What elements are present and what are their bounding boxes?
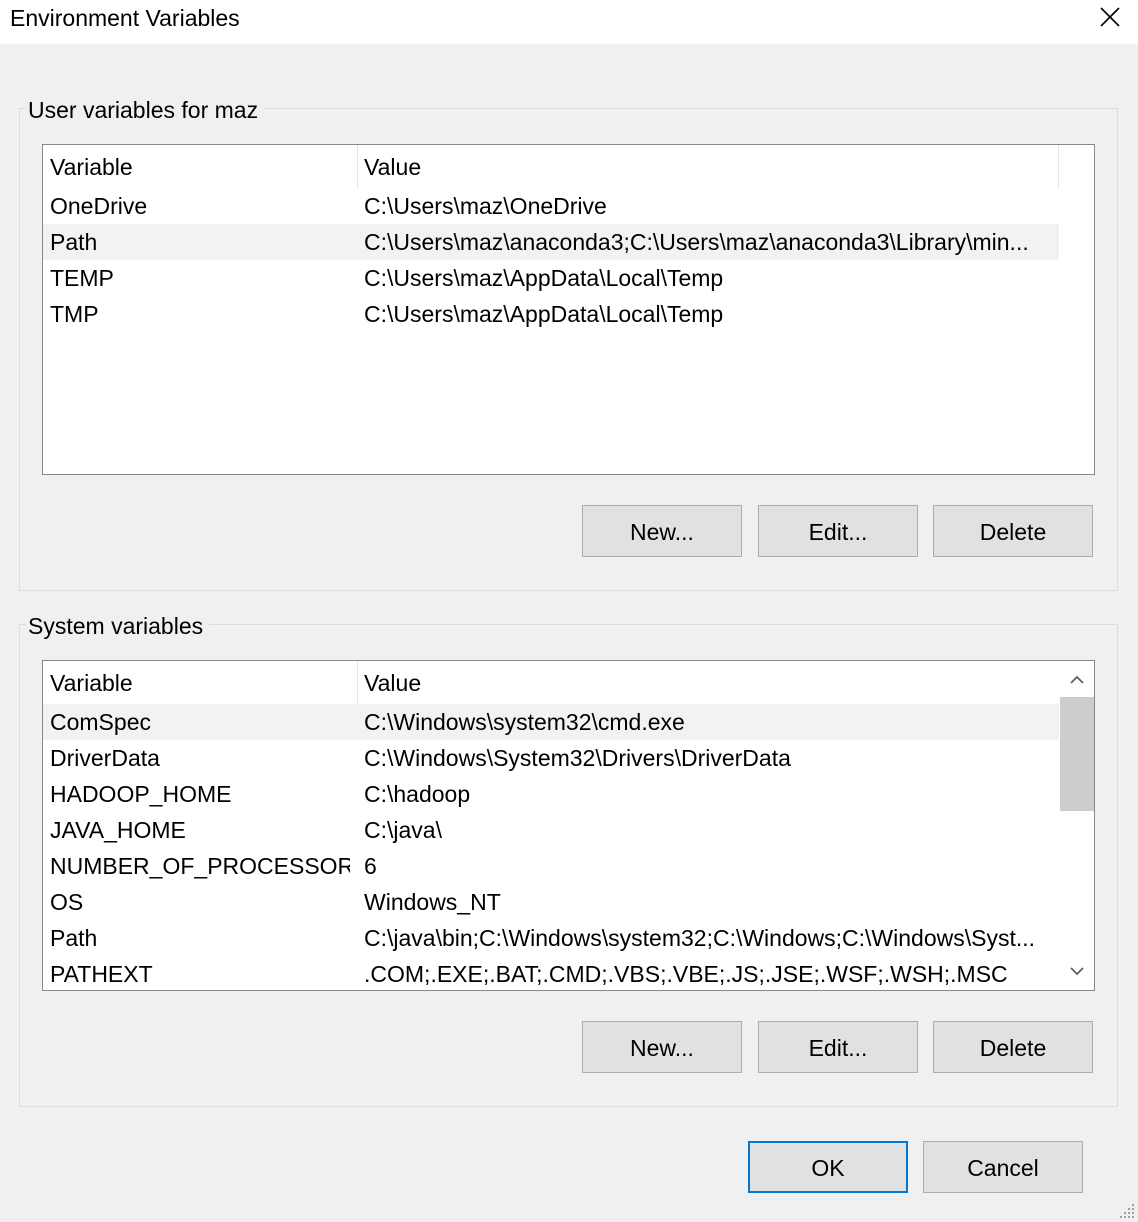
table-row[interactable]: Path C:\Users\maz\anaconda3;C:\Users\maz… (43, 224, 1059, 260)
variable-name: Path (50, 229, 98, 255)
table-row[interactable]: OneDrive C:\Users\maz\OneDrive (43, 188, 1059, 224)
scroll-down-button[interactable] (1060, 954, 1094, 990)
table-row[interactable]: ComSpec C:\Windows\system32\cmd.exe (43, 704, 1059, 740)
variable-value: C:\java\ (364, 817, 442, 843)
user-new-button[interactable]: New... (582, 505, 742, 557)
variable-name: JAVA_HOME (50, 817, 186, 843)
variable-value: C:\java\bin;C:\Windows\system32;C:\Windo… (364, 925, 1036, 951)
column-divider[interactable] (1058, 145, 1059, 189)
variable-value: C:\Windows\System32\Drivers\DriverData (364, 745, 791, 771)
variable-value: C:\hadoop (364, 781, 471, 807)
table-row[interactable]: NUMBER_OF_PROCESSORS 6 (43, 848, 1059, 884)
user-variables-label: User variables for maz (26, 96, 265, 124)
system-edit-button[interactable]: Edit... (758, 1021, 918, 1073)
variable-value: C:\Users\maz\anaconda3;C:\Users\maz\anac… (364, 229, 1029, 255)
table-row[interactable]: TEMP C:\Users\maz\AppData\Local\Temp (43, 260, 1059, 296)
scroll-up-button[interactable] (1060, 663, 1094, 699)
chevron-up-icon (1070, 675, 1084, 684)
system-variables-list[interactable]: Variable Value ComSpec C:\Windows\system… (42, 660, 1095, 991)
variable-value: C:\Windows\system32\cmd.exe (364, 709, 685, 735)
table-row[interactable]: JAVA_HOME C:\java\ (43, 812, 1059, 848)
variable-value: C:\Users\maz\AppData\Local\Temp (364, 301, 724, 327)
table-row[interactable]: TMP C:\Users\maz\AppData\Local\Temp (43, 296, 1059, 332)
user-edit-button[interactable]: Edit... (758, 505, 918, 557)
column-header-value[interactable]: Value (357, 661, 1057, 705)
chevron-down-icon (1070, 967, 1084, 976)
variable-value: .COM;.EXE;.BAT;.CMD;.VBS;.VBE;.JS;.JSE;.… (364, 961, 1008, 987)
variable-name: TMP (50, 301, 99, 327)
vertical-scrollbar[interactable] (1060, 661, 1094, 990)
variable-name: OneDrive (50, 193, 148, 219)
variable-name: Path (50, 925, 98, 951)
variable-value: Windows_NT (364, 889, 501, 915)
variable-name: TEMP (50, 265, 114, 291)
table-row[interactable]: OS Windows_NT (43, 884, 1059, 920)
ok-button[interactable]: OK (748, 1141, 908, 1193)
system-delete-button[interactable]: Delete (933, 1021, 1093, 1073)
variable-name: PATHEXT (50, 961, 153, 987)
title-bar: Environment Variables (0, 0, 1138, 44)
variable-value: C:\Users\maz\OneDrive (364, 193, 607, 219)
close-button[interactable] (1072, 0, 1138, 36)
column-header-variable[interactable]: Variable (43, 145, 357, 189)
close-icon (1100, 7, 1120, 27)
scroll-thumb[interactable] (1060, 697, 1094, 811)
user-delete-button[interactable]: Delete (933, 505, 1093, 557)
variable-value: C:\Users\maz\AppData\Local\Temp (364, 265, 724, 291)
variable-value: 6 (364, 853, 377, 879)
system-variables-label: System variables (26, 612, 210, 640)
table-row[interactable]: HADOOP_HOME C:\hadoop (43, 776, 1059, 812)
cancel-button[interactable]: Cancel (923, 1141, 1083, 1193)
column-header-variable[interactable]: Variable (43, 661, 357, 705)
list-header: Variable Value (43, 661, 1094, 705)
variable-name: HADOOP_HOME (50, 781, 232, 807)
variable-name: DriverData (50, 745, 160, 771)
environment-variables-dialog: Environment Variables User variables for… (0, 0, 1138, 1222)
system-new-button[interactable]: New... (582, 1021, 742, 1073)
dialog-title: Environment Variables (10, 5, 240, 31)
list-header: Variable Value (43, 145, 1094, 189)
table-row[interactable]: PATHEXT .COM;.EXE;.BAT;.CMD;.VBS;.VBE;.J… (43, 956, 1059, 990)
column-header-value[interactable]: Value (357, 145, 1057, 189)
resize-grip-icon[interactable] (1118, 1202, 1136, 1220)
table-row[interactable]: Path C:\java\bin;C:\Windows\system32;C:\… (43, 920, 1059, 956)
table-row[interactable]: DriverData C:\Windows\System32\Drivers\D… (43, 740, 1059, 776)
variable-name: OS (50, 889, 84, 915)
variable-name: NUMBER_OF_PROCESSORS (50, 853, 350, 879)
variable-name: ComSpec (50, 709, 151, 735)
user-variables-list[interactable]: Variable Value OneDrive C:\Users\maz\One… (42, 144, 1095, 475)
